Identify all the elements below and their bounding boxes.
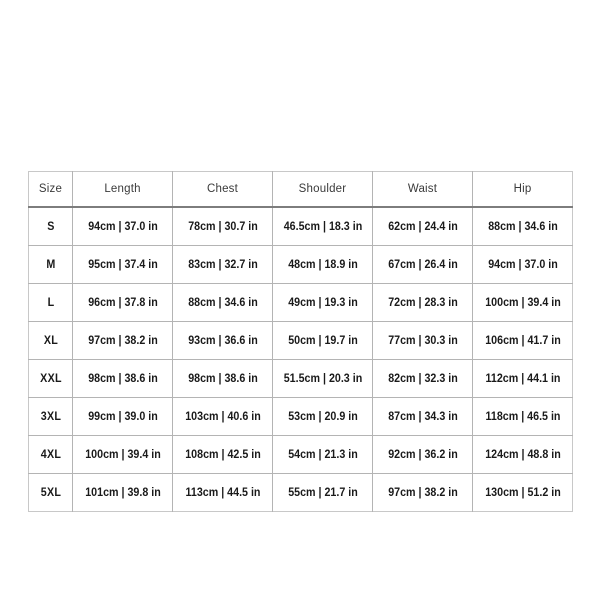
cell-waist: 77cm | 30.3 in — [376, 321, 470, 360]
cell-size: L — [30, 283, 72, 322]
cell-shoulder: 50cm | 19.7 in — [276, 321, 370, 360]
cell-size: 4XL — [30, 435, 72, 474]
cell-waist: 62cm | 24.4 in — [376, 207, 470, 246]
cell-shoulder: 55cm | 21.7 in — [276, 473, 370, 512]
cell-shoulder: 53cm | 20.9 in — [276, 397, 370, 436]
cell-length: 97cm | 38.2 in — [76, 321, 170, 360]
cell-length: 98cm | 38.6 in — [76, 359, 170, 398]
cell-size: XXL — [30, 359, 72, 398]
cell-hip: 94cm | 37.0 in — [476, 245, 569, 284]
cell-waist: 97cm | 38.2 in — [376, 473, 470, 512]
cell-hip: 124cm | 48.8 in — [476, 435, 569, 474]
table-row: M 95cm | 37.4 in 83cm | 32.7 in 48cm | 1… — [29, 245, 573, 284]
cell-chest: 113cm | 44.5 in — [176, 473, 270, 512]
cell-length: 101cm | 39.8 in — [76, 473, 170, 512]
table-header: Size Length Chest Shoulder Waist Hip — [28, 171, 573, 208]
table-row: L 96cm | 37.8 in 88cm | 34.6 in 49cm | 1… — [29, 283, 573, 322]
column-header-waist: Waist — [372, 171, 473, 208]
cell-waist: 92cm | 36.2 in — [376, 435, 470, 474]
cell-hip: 130cm | 51.2 in — [476, 473, 569, 512]
cell-hip: 118cm | 46.5 in — [476, 397, 569, 436]
cell-chest: 98cm | 38.6 in — [176, 359, 270, 398]
cell-size: S — [30, 207, 72, 246]
cell-chest: 88cm | 34.6 in — [176, 283, 270, 322]
cell-waist: 67cm | 26.4 in — [376, 245, 470, 284]
cell-length: 96cm | 37.8 in — [76, 283, 170, 322]
cell-hip: 88cm | 34.6 in — [476, 207, 569, 246]
cell-chest: 93cm | 36.6 in — [176, 321, 270, 360]
size-chart-container: Size Length Chest Shoulder Waist Hip S 9… — [28, 171, 573, 512]
cell-hip: 106cm | 41.7 in — [476, 321, 569, 360]
cell-waist: 87cm | 34.3 in — [376, 397, 470, 436]
table-body: S 94cm | 37.0 in 78cm | 30.7 in 46.5cm |… — [29, 207, 573, 512]
cell-hip: 112cm | 44.1 in — [476, 359, 569, 398]
header-row: Size Length Chest Shoulder Waist Hip — [28, 171, 573, 208]
cell-shoulder: 46.5cm | 18.3 in — [276, 207, 370, 246]
column-header-chest: Chest — [172, 171, 273, 208]
column-header-shoulder: Shoulder — [272, 171, 373, 208]
cell-size: 5XL — [30, 473, 72, 512]
table-row: 3XL 99cm | 39.0 in 103cm | 40.6 in 53cm … — [29, 397, 573, 436]
table-row: 4XL 100cm | 39.4 in 108cm | 42.5 in 54cm… — [29, 435, 573, 474]
cell-shoulder: 48cm | 18.9 in — [276, 245, 370, 284]
column-header-size: Size — [28, 171, 73, 208]
cell-size: 3XL — [30, 397, 72, 436]
cell-length: 95cm | 37.4 in — [76, 245, 170, 284]
table-row: XXL 98cm | 38.6 in 98cm | 38.6 in 51.5cm… — [29, 359, 573, 398]
table-row: 5XL 101cm | 39.8 in 113cm | 44.5 in 55cm… — [29, 473, 573, 512]
cell-chest: 83cm | 32.7 in — [176, 245, 270, 284]
cell-shoulder: 49cm | 19.3 in — [276, 283, 370, 322]
cell-hip: 100cm | 39.4 in — [476, 283, 569, 322]
cell-length: 100cm | 39.4 in — [76, 435, 170, 474]
size-chart-table: Size Length Chest Shoulder Waist Hip S 9… — [28, 171, 573, 512]
cell-shoulder: 51.5cm | 20.3 in — [276, 359, 370, 398]
cell-length: 99cm | 39.0 in — [76, 397, 170, 436]
table-row: S 94cm | 37.0 in 78cm | 30.7 in 46.5cm |… — [29, 207, 573, 246]
column-header-hip: Hip — [472, 171, 573, 208]
cell-waist: 72cm | 28.3 in — [376, 283, 470, 322]
table-row: XL 97cm | 38.2 in 93cm | 36.6 in 50cm | … — [29, 321, 573, 360]
cell-size: M — [30, 245, 72, 284]
cell-waist: 82cm | 32.3 in — [376, 359, 470, 398]
cell-length: 94cm | 37.0 in — [76, 207, 170, 246]
cell-shoulder: 54cm | 21.3 in — [276, 435, 370, 474]
column-header-length: Length — [72, 171, 173, 208]
cell-chest: 108cm | 42.5 in — [176, 435, 270, 474]
cell-size: XL — [30, 321, 72, 360]
cell-chest: 103cm | 40.6 in — [176, 397, 270, 436]
cell-chest: 78cm | 30.7 in — [176, 207, 270, 246]
